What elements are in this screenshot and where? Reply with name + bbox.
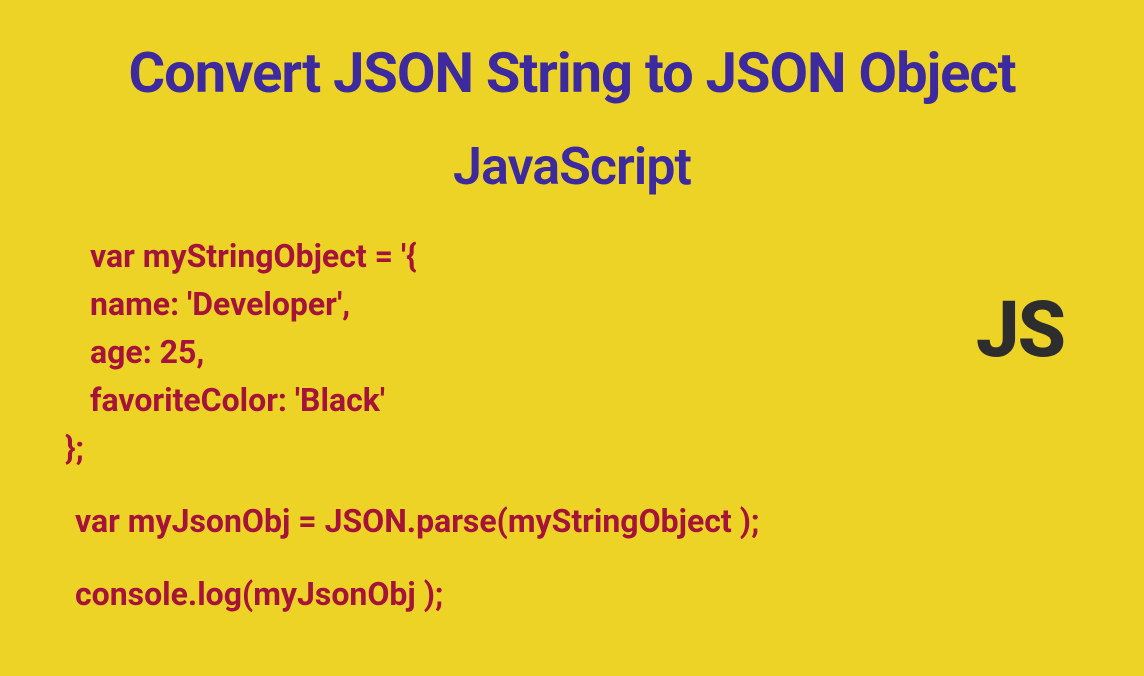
page-heading: Convert JSON String to JSON Object <box>0 40 1144 106</box>
code-line: }; <box>65 424 1144 472</box>
page-subheading: JavaScript <box>0 136 1144 197</box>
js-badge: JS <box>976 285 1064 376</box>
code-line: favoriteColor: 'Black' <box>75 376 1144 424</box>
code-line: var myJsonObj = JSON.parse(myStringObjec… <box>75 497 1144 545</box>
code-line: var myStringObject = '{ <box>75 232 1144 280</box>
code-line: console.log(myJsonObj ); <box>75 570 1144 618</box>
